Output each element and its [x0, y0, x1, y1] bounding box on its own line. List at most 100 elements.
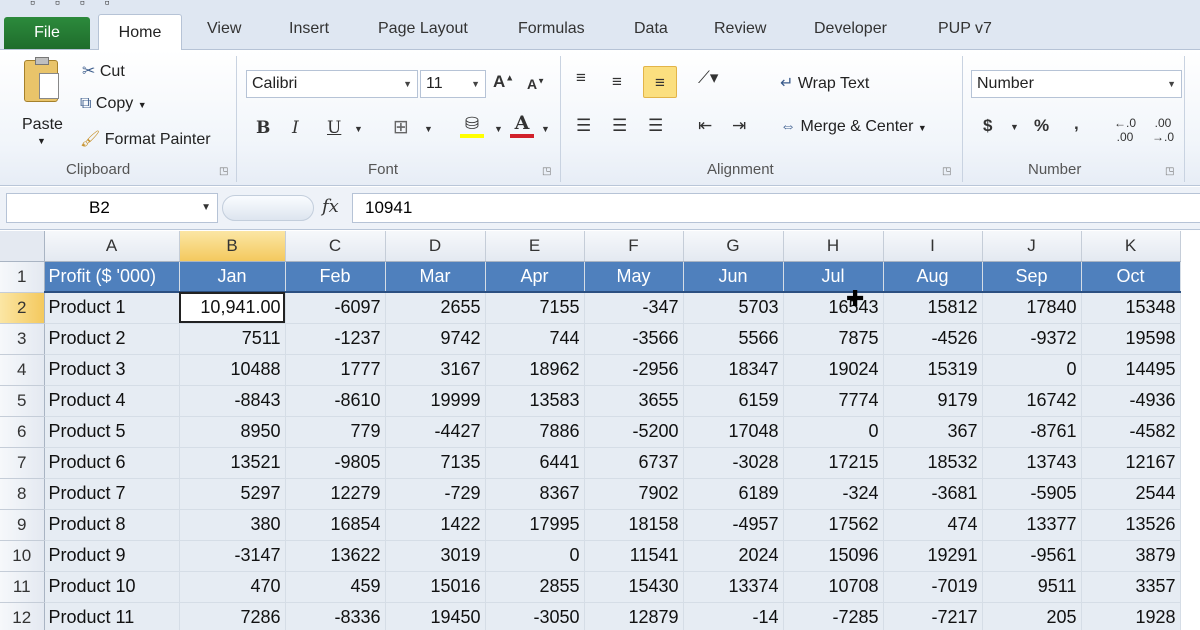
- cell-b1[interactable]: Jan: [179, 261, 286, 293]
- cell-i5[interactable]: 9179: [883, 385, 983, 417]
- cell-h12[interactable]: -7285: [783, 602, 884, 630]
- cell-d1[interactable]: Mar: [385, 261, 486, 293]
- cell-i11[interactable]: -7019: [883, 571, 983, 603]
- cell-j9[interactable]: 13377: [982, 509, 1082, 541]
- cell-b12[interactable]: 7286: [179, 602, 286, 630]
- font-size-select[interactable]: 11 ▼: [420, 70, 486, 98]
- currency-icon[interactable]: $: [983, 116, 992, 136]
- cell-e6[interactable]: 7886: [485, 416, 585, 448]
- cell-j5[interactable]: 16742: [982, 385, 1082, 417]
- select-all-corner[interactable]: [0, 231, 45, 262]
- row-header-6[interactable]: 6: [0, 416, 45, 448]
- cell-c5[interactable]: -8610: [285, 385, 386, 417]
- cell-e12[interactable]: -3050: [485, 602, 585, 630]
- cell-h3[interactable]: 7875: [783, 323, 884, 355]
- cell-h9[interactable]: 17562: [783, 509, 884, 541]
- cell-e8[interactable]: 8367: [485, 478, 585, 510]
- cell-j4[interactable]: 0: [982, 354, 1082, 386]
- column-header-b[interactable]: B: [179, 231, 286, 262]
- increase-decimal-icon[interactable]: ←.0.00: [1114, 116, 1136, 144]
- cell-e1[interactable]: Apr: [485, 261, 585, 293]
- tab-pup-v7[interactable]: PUP v7: [938, 20, 992, 38]
- column-header-f[interactable]: F: [584, 231, 684, 262]
- cell-k2[interactable]: 15348: [1081, 292, 1181, 324]
- cell-b9[interactable]: 380: [179, 509, 286, 541]
- tab-page-layout[interactable]: Page Layout: [378, 20, 468, 38]
- cell-d5[interactable]: 19999: [385, 385, 486, 417]
- cell-i4[interactable]: 15319: [883, 354, 983, 386]
- cell-b2[interactable]: 10,941.00: [179, 292, 286, 324]
- cell-h11[interactable]: 10708: [783, 571, 884, 603]
- cell-c6[interactable]: 779: [285, 416, 386, 448]
- row-header-12[interactable]: 12: [0, 602, 45, 630]
- row-header-3[interactable]: 3: [0, 323, 45, 355]
- chevron-down-icon[interactable]: ▼: [201, 194, 211, 222]
- fill-color-icon[interactable]: ⛁: [460, 114, 484, 138]
- cut-button[interactable]: ✂ Cut: [82, 61, 125, 81]
- tab-review[interactable]: Review: [714, 20, 766, 38]
- cell-i8[interactable]: -3681: [883, 478, 983, 510]
- cell-c3[interactable]: -1237: [285, 323, 386, 355]
- cell-g8[interactable]: 6189: [683, 478, 784, 510]
- cell-k4[interactable]: 14495: [1081, 354, 1181, 386]
- column-header-e[interactable]: E: [485, 231, 585, 262]
- cell-g12[interactable]: -14: [683, 602, 784, 630]
- cell-a10[interactable]: Product 9: [44, 540, 180, 572]
- number-format-select[interactable]: Number ▼: [971, 70, 1182, 98]
- cell-k12[interactable]: 1928: [1081, 602, 1181, 630]
- decrease-decimal-icon[interactable]: .00 →.0: [1152, 116, 1174, 144]
- grow-font-icon[interactable]: A▲: [493, 72, 514, 92]
- cell-c11[interactable]: 459: [285, 571, 386, 603]
- cell-d4[interactable]: 3167: [385, 354, 486, 386]
- font-color-icon[interactable]: A: [510, 112, 534, 138]
- cell-k8[interactable]: 2544: [1081, 478, 1181, 510]
- format-painter-button[interactable]: 🖌 Format Painter: [80, 129, 211, 149]
- cell-e4[interactable]: 18962: [485, 354, 585, 386]
- cell-g2[interactable]: 5703: [683, 292, 784, 324]
- cell-a12[interactable]: Product 11: [44, 602, 180, 630]
- column-header-k[interactable]: K: [1081, 231, 1181, 262]
- cell-k3[interactable]: 19598: [1081, 323, 1181, 355]
- underline-icon[interactable]: U: [327, 118, 341, 138]
- copy-button[interactable]: ⧉ Copy ▼: [80, 95, 147, 113]
- cell-g7[interactable]: -3028: [683, 447, 784, 479]
- cell-e9[interactable]: 17995: [485, 509, 585, 541]
- orientation-icon[interactable]: ⟋▾: [698, 68, 718, 88]
- cell-a3[interactable]: Product 2: [44, 323, 180, 355]
- align-right-icon[interactable]: ☰: [648, 116, 663, 136]
- align-bottom-icon[interactable]: ≡: [643, 66, 677, 98]
- cell-k10[interactable]: 3879: [1081, 540, 1181, 572]
- cell-g4[interactable]: 18347: [683, 354, 784, 386]
- percent-icon[interactable]: %: [1034, 116, 1049, 136]
- cell-d8[interactable]: -729: [385, 478, 486, 510]
- cell-c2[interactable]: -6097: [285, 292, 386, 324]
- cell-b6[interactable]: 8950: [179, 416, 286, 448]
- align-top-icon[interactable]: ≡: [576, 68, 586, 88]
- number-launcher-icon[interactable]: ◳: [1165, 166, 1174, 177]
- cell-b11[interactable]: 470: [179, 571, 286, 603]
- cell-c1[interactable]: Feb: [285, 261, 386, 293]
- cell-a5[interactable]: Product 4: [44, 385, 180, 417]
- cell-b5[interactable]: -8843: [179, 385, 286, 417]
- column-header-h[interactable]: H: [783, 231, 884, 262]
- cell-h4[interactable]: 19024: [783, 354, 884, 386]
- cell-d6[interactable]: -4427: [385, 416, 486, 448]
- cell-d7[interactable]: 7135: [385, 447, 486, 479]
- cell-d11[interactable]: 15016: [385, 571, 486, 603]
- cell-h5[interactable]: 7774: [783, 385, 884, 417]
- alignment-launcher-icon[interactable]: ◳: [942, 166, 951, 177]
- cell-e7[interactable]: 6441: [485, 447, 585, 479]
- paste-button[interactable]: Paste ▼: [14, 56, 70, 156]
- fill-dropdown-icon[interactable]: ▼: [494, 124, 503, 134]
- cell-a11[interactable]: Product 10: [44, 571, 180, 603]
- cell-f7[interactable]: 6737: [584, 447, 684, 479]
- column-header-c[interactable]: C: [285, 231, 386, 262]
- borders-icon[interactable]: ⊞: [393, 116, 409, 139]
- font-name-select[interactable]: Calibri ▼: [246, 70, 418, 98]
- cell-k7[interactable]: 12167: [1081, 447, 1181, 479]
- align-left-icon[interactable]: ☰: [576, 116, 591, 136]
- cell-i3[interactable]: -4526: [883, 323, 983, 355]
- column-header-a[interactable]: A: [44, 231, 180, 262]
- cell-b10[interactable]: -3147: [179, 540, 286, 572]
- cell-e3[interactable]: 744: [485, 323, 585, 355]
